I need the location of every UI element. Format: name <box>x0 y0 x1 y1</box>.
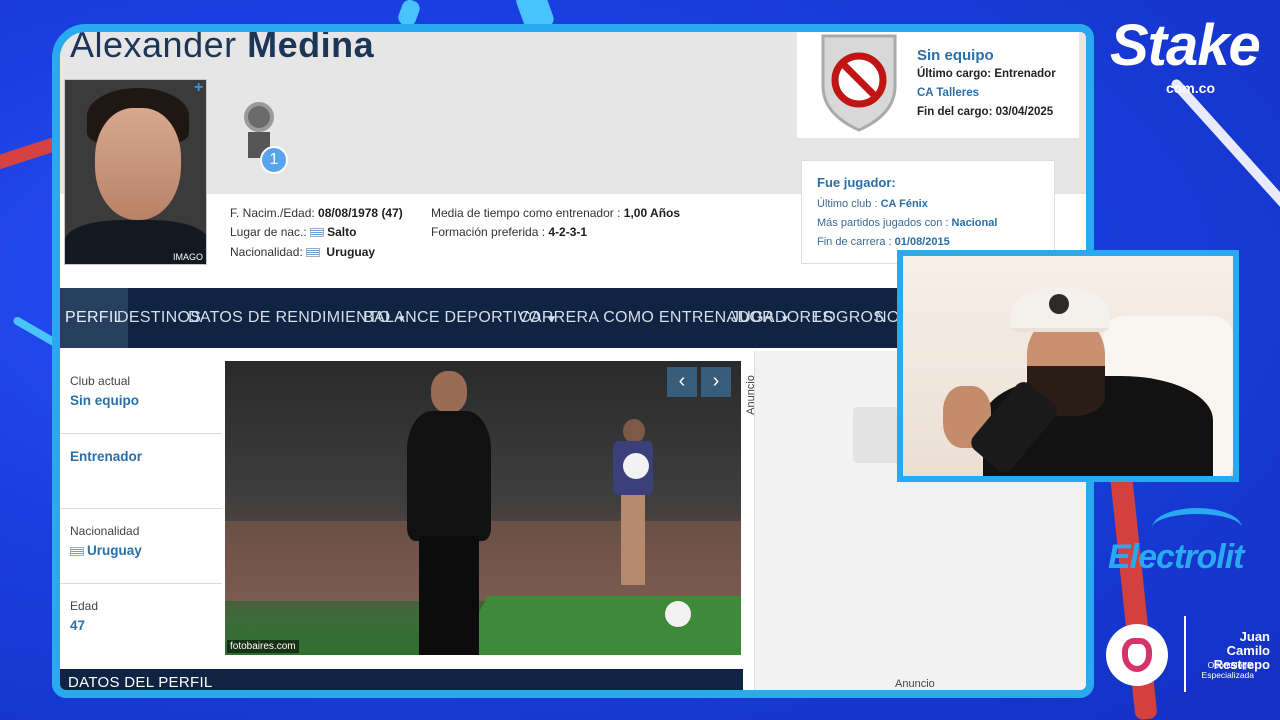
birth-value: 08/08/1978 (47) <box>318 206 403 220</box>
nationality-value: Uruguay <box>326 245 376 259</box>
photo-coach <box>393 371 503 655</box>
last-club-row: Último club : CA Fénix <box>817 195 1039 214</box>
photo-player-head <box>623 419 645 443</box>
last-club-link[interactable]: CA Talleres <box>917 87 979 99</box>
birth-label: F. Nacim./Edad: <box>230 206 315 220</box>
photo-coach-head <box>431 371 467 413</box>
page-title: Alexander Medina <box>70 32 374 66</box>
add-photo-icon[interactable]: + <box>194 79 203 97</box>
role-end-label: Fin del cargo: <box>917 106 993 118</box>
last-club-label: Último club : <box>817 198 878 210</box>
first-name: Alexander <box>70 32 237 65</box>
last-club-value[interactable]: CA Fénix <box>881 198 928 210</box>
gallery-photo[interactable]: fotobaires.com ‹ › <box>225 361 741 655</box>
electrolit-logo: Electrolit <box>1108 538 1244 576</box>
birthplace-value: Salto <box>327 225 357 239</box>
decor-streak <box>1169 77 1280 233</box>
role-value: Entrenador <box>70 449 143 464</box>
formation-label: Formación preferida : <box>431 225 546 239</box>
quick-facts-sidebar: Club actual Sin equipo Entrenador Nacion… <box>60 360 222 660</box>
uruguay-flag-icon <box>310 228 325 237</box>
ad-bottom-label: Anuncio <box>895 678 935 690</box>
current-club-value[interactable]: Sin equipo <box>70 393 212 408</box>
trophy-icon[interactable]: 1 <box>238 102 288 174</box>
webcam-overlay <box>897 250 1239 482</box>
dentist-specialty: Odontología Especializada <box>1196 660 1254 680</box>
current-club-cell: Club actual Sin equipo <box>60 360 222 434</box>
career-end-value: 01/08/2015 <box>894 236 950 248</box>
photo-ball <box>623 453 649 479</box>
last-role: Último cargo: Entrenador <box>917 65 1056 84</box>
club-info: Sin equipo Último cargo: Entrenador CA T… <box>917 46 1056 122</box>
age-label: Edad <box>70 599 99 613</box>
nationality-text: Uruguay <box>87 543 142 558</box>
nationality-label: Nacionalidad: <box>230 245 303 259</box>
ad-label: Anuncio <box>744 375 757 415</box>
sponsor-divider <box>1184 616 1186 692</box>
tooth-icon <box>1122 638 1152 672</box>
formation-info: Formación preferida : 4-2-3-1 <box>431 225 587 239</box>
avg-time-value: 1,00 Años <box>623 206 681 220</box>
nationality-cell: Nacionalidad Uruguay <box>60 510 222 584</box>
stake-logo: Stake <box>1110 13 1261 78</box>
current-club-label: Club actual <box>70 374 131 388</box>
trophy-count-badge: 1 <box>260 146 288 174</box>
photo-ball <box>665 601 691 627</box>
birthplace-label: Lugar de nac.: <box>230 225 307 239</box>
uruguay-flag-icon <box>70 547 84 556</box>
avg-time-label: Media de tiempo como entrenador : <box>431 206 621 220</box>
uruguay-flag-icon <box>306 248 321 257</box>
dentist-name-line1: Juan Camilo <box>1226 629 1270 658</box>
formation-value: 4-2-3-1 <box>548 225 588 239</box>
most-matches-label: Más partidos jugados con : <box>817 217 949 229</box>
dentist-logo-icon <box>1106 624 1168 686</box>
age-cell: Edad 47 <box>60 585 222 659</box>
photo-credit-label: fotobaires.com <box>227 640 299 653</box>
photo-credit: IMAGO <box>172 252 203 262</box>
trophy-cup <box>244 102 274 132</box>
no-club-shield-icon <box>821 34 897 132</box>
avg-time-info: Media de tiempo como entrenador : 1,00 A… <box>431 206 680 220</box>
last-role-label: Último cargo: <box>917 68 992 80</box>
current-club-box: Sin equipo Último cargo: Entrenador CA T… <box>797 32 1079 138</box>
gallery-prev-icon[interactable]: ‹ <box>667 367 697 397</box>
photo-player-legs <box>621 495 645 585</box>
club-status: Sin equipo <box>917 47 994 64</box>
most-matches-value[interactable]: Nacional <box>952 217 998 229</box>
role-end-value: 03/04/2025 <box>995 106 1054 118</box>
nationality-cell-value[interactable]: Uruguay <box>70 543 212 558</box>
age-value: 47 <box>70 618 86 633</box>
nationality-cell-label: Nacionalidad <box>70 524 140 538</box>
former-player-box: Fue jugador: Último club : CA Fénix Más … <box>801 160 1055 264</box>
cap-logo-icon <box>1049 294 1069 314</box>
section-header: DATOS DEL PERFIL <box>60 669 743 690</box>
stake-domain: com.co <box>1166 80 1216 96</box>
dentist-sub-line1: Odontología <box>1207 660 1254 670</box>
career-end-label: Fin de carrera : <box>817 236 892 248</box>
gallery-next-icon[interactable]: › <box>701 367 731 397</box>
role-cell: Entrenador <box>60 435 222 509</box>
last-role-value: Entrenador <box>994 68 1056 80</box>
portrait-face <box>95 108 181 220</box>
last-name: Medina <box>247 32 375 65</box>
photo-coach-legs <box>419 536 479 655</box>
role-end: Fin del cargo: 03/04/2025 <box>917 103 1056 122</box>
most-matches-row: Más partidos jugados con : Nacional <box>817 214 1039 233</box>
dentist-sub-line2: Especializada <box>1201 670 1254 680</box>
nationality-info: Nacionalidad: Uruguay <box>230 245 375 259</box>
photo-player <box>611 417 655 587</box>
profile-photo[interactable]: IMAGO <box>64 79 207 265</box>
birth-info: F. Nacim./Edad: 08/08/1978 (47) <box>230 206 403 220</box>
former-player-title: Fue jugador: <box>817 175 896 190</box>
photo-coach-body <box>407 411 491 541</box>
birthplace-info: Lugar de nac.: Salto <box>230 225 356 239</box>
